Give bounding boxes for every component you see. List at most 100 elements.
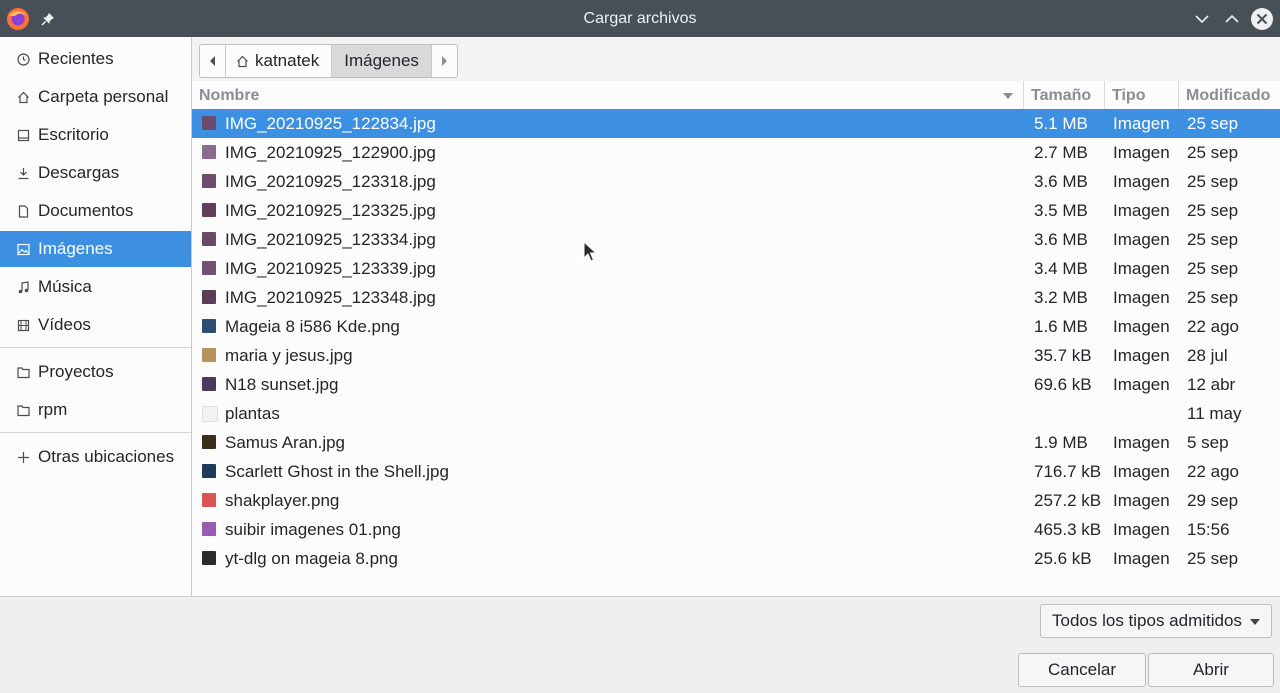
file-row[interactable]: Scarlett Ghost in the Shell.jpg 716.7 kB I… — [192, 457, 1280, 486]
sidebar-item-carpeta-personal[interactable]: Carpeta personal — [0, 79, 191, 115]
file-row[interactable]: suibir imagenes 01.png 465.3 kB Imagen 15:5… — [192, 515, 1280, 544]
column-size-header[interactable]: Tamaño — [1024, 81, 1105, 109]
cancel-button[interactable]: Cancelar — [1018, 653, 1146, 687]
image-thumbnail-icon — [202, 348, 216, 362]
file-type: Imagen — [1113, 520, 1170, 539]
file-type: Imagen — [1113, 549, 1170, 568]
file-size: 3.6 MB — [1034, 230, 1088, 249]
image-thumbnail-icon — [202, 290, 216, 304]
path-current-button[interactable]: Imágenes — [332, 45, 432, 77]
file-list[interactable]: Nombre Tamaño Tipo Modificado IMG_202109… — [192, 81, 1280, 596]
file-type: Imagen — [1113, 462, 1170, 481]
file-row[interactable]: shakplayer.png 257.2 kB Imagen 29 sep — [192, 486, 1280, 515]
sidebar-item-descargas[interactable]: Descargas — [0, 155, 191, 191]
sidebar-item-label: Recientes — [38, 49, 114, 68]
column-type-header[interactable]: Tipo — [1105, 81, 1179, 109]
column-name-header[interactable]: Nombre — [192, 81, 1024, 109]
file-modified: 25 sep — [1187, 201, 1239, 220]
file-type-filter-select[interactable]: Todos los tipos admitidos — [1040, 604, 1272, 638]
sidebar-item-documentos[interactable]: Documentos — [0, 193, 191, 229]
path-back-button[interactable] — [200, 45, 226, 77]
image-thumbnail-icon — [202, 522, 216, 536]
path-home-button[interactable]: katnatek — [226, 45, 333, 77]
sidebar-item-label: Imágenes — [38, 239, 113, 258]
file-name: yt-dlg on mageia 8.png — [225, 549, 398, 568]
file-row[interactable]: IMG_20210925_123318.jpg 3.6 MB Imagen 25 se… — [192, 167, 1280, 196]
video-icon — [16, 318, 30, 332]
file-row[interactable]: IMG_20210925_122834.jpg 5.1 MB Imagen 25 se… — [192, 109, 1280, 138]
file-modified: 22 ago — [1187, 462, 1239, 481]
file-row[interactable]: plantas 11 may — [192, 399, 1280, 428]
file-row[interactable]: IMG_20210925_122900.jpg 2.7 MB Imagen 25 se… — [192, 138, 1280, 167]
file-row[interactable]: IMG_20210925_123348.jpg 3.2 MB Imagen 25 se… — [192, 283, 1280, 312]
file-row[interactable]: yt-dlg on mageia 8.png 25.6 kB Imagen 25 se… — [192, 544, 1280, 573]
path-bar: katnatek Imágenes — [199, 44, 458, 78]
image-thumbnail-icon — [202, 435, 216, 449]
maximize-icon[interactable] — [1220, 0, 1244, 37]
file-size: 3.4 MB — [1034, 259, 1088, 278]
sidebar-separator — [0, 432, 191, 433]
home-icon — [16, 90, 30, 104]
file-name: IMG_20210925_122834.jpg — [225, 114, 436, 133]
image-thumbnail-icon — [202, 174, 216, 188]
file-size: 3.6 MB — [1034, 172, 1088, 191]
open-button[interactable]: Abrir — [1148, 653, 1274, 687]
file-name: shakplayer.png — [225, 491, 340, 510]
file-rows: IMG_20210925_122834.jpg 5.1 MB Imagen 25 se… — [192, 109, 1280, 573]
file-row[interactable]: N18 sunset.jpg 69.6 kB Imagen 12 abr — [192, 370, 1280, 399]
folder-icon — [16, 403, 30, 417]
file-modified: 25 sep — [1187, 143, 1239, 162]
sidebar-item-videos[interactable]: Vídeos — [0, 307, 191, 343]
file-row[interactable]: maria y jesus.jpg 35.7 kB Imagen 28 jul — [192, 341, 1280, 370]
column-modified-header[interactable]: Modificado — [1179, 81, 1280, 109]
sidebar-item-otras-ubicaciones[interactable]: Otras ubicaciones — [0, 439, 191, 475]
file-modified: 25 sep — [1187, 549, 1239, 568]
file-modified: 25 sep — [1187, 259, 1239, 278]
file-name: plantas — [225, 404, 280, 423]
window-title: Cargar archivos — [583, 10, 697, 27]
image-thumbnail-icon — [202, 377, 216, 391]
sidebar-item-recientes[interactable]: Recientes — [0, 41, 191, 77]
sidebar-item-escritorio[interactable]: Escritorio — [0, 117, 191, 153]
file-size: 69.6 kB — [1034, 375, 1092, 394]
download-icon — [16, 166, 30, 180]
close-icon[interactable] — [1249, 0, 1275, 37]
sidebar-item-imagenes[interactable]: Imágenes — [0, 231, 191, 267]
file-type: Imagen — [1113, 433, 1170, 452]
sidebar-item-label: Vídeos — [38, 315, 91, 334]
file-size: 2.7 MB — [1034, 143, 1088, 162]
file-size — [1034, 399, 1104, 428]
sidebar-item-musica[interactable]: Música — [0, 269, 191, 305]
file-row[interactable]: IMG_20210925_123334.jpg 3.6 MB Imagen 25 se… — [192, 225, 1280, 254]
file-modified: 25 sep — [1187, 288, 1239, 307]
sidebar-separator — [0, 347, 191, 348]
sidebar-item-label: Escritorio — [38, 125, 109, 144]
file-name: Mageia 8 i586 Kde.png — [225, 317, 400, 336]
arrow-right-icon — [442, 56, 448, 66]
path-forward-button[interactable] — [432, 45, 457, 77]
file-name: IMG_20210925_123348.jpg — [225, 288, 436, 307]
sidebar-item-label: Documentos — [38, 201, 134, 220]
file-row[interactable]: IMG_20210925_123339.jpg 3.4 MB Imagen 25 se… — [192, 254, 1280, 283]
sort-descending-icon — [1003, 93, 1013, 99]
file-size: 716.7 kB — [1034, 462, 1102, 481]
image-thumbnail-icon — [202, 203, 216, 217]
file-type: Imagen — [1113, 375, 1170, 394]
sidebar-item-rpm[interactable]: rpm — [0, 392, 191, 428]
sidebar-item-label: Carpeta personal — [38, 87, 169, 106]
minimize-icon[interactable] — [1190, 0, 1214, 37]
sidebar-item-proyectos[interactable]: Proyectos — [0, 354, 191, 390]
filter-label: Todos los tipos admitidos — [1052, 611, 1242, 630]
mouse-cursor-icon — [583, 241, 597, 262]
file-modified: 22 ago — [1187, 317, 1239, 336]
path-home-label: katnatek — [255, 51, 320, 70]
file-row[interactable]: IMG_20210925_123325.jpg 3.5 MB Imagen 25 se… — [192, 196, 1280, 225]
file-size: 3.2 MB — [1034, 288, 1088, 307]
file-row[interactable]: Mageia 8 i586 Kde.png 1.6 MB Imagen 22 ago — [192, 312, 1280, 341]
music-icon — [16, 280, 30, 294]
file-name: Scarlett Ghost in the Shell.jpg — [225, 462, 449, 481]
file-row[interactable]: Samus Aran.jpg 1.9 MB Imagen 5 sep — [192, 428, 1280, 457]
image-thumbnail-icon — [202, 145, 216, 159]
column-header: Nombre Tamaño Tipo Modificado — [192, 81, 1280, 110]
sidebar-item-label: Descargas — [38, 163, 120, 182]
